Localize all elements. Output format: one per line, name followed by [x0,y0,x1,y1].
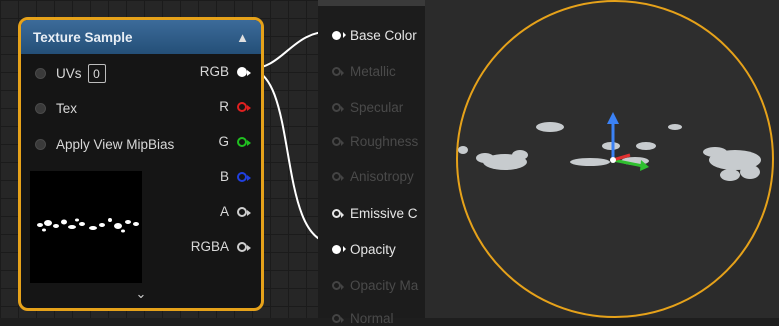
output-pin-icon[interactable] [237,136,251,147]
material-result-node[interactable]: Base Color Metallic Specular Roughness A… [318,0,425,326]
node-title: Texture Sample [33,29,133,45]
pin-label: A [219,204,229,219]
pin-label: Apply View MipBias [56,137,175,152]
input-pin-icon[interactable] [332,31,346,40]
pin-label: Base Color [350,28,417,43]
pin-label: RGBA [190,239,229,254]
preview-scene [456,0,774,318]
pin-label: Roughness [350,134,419,149]
pin-label: Tex [56,101,78,116]
material-input-normal[interactable]: Normal [332,311,394,326]
input-pin-icon[interactable] [332,245,346,254]
chevron-down-icon[interactable]: ⌄ [21,286,261,302]
material-input-specular[interactable]: Specular [332,100,403,115]
input-pin-icon[interactable] [332,67,344,76]
uvs-index-field[interactable]: 0 [87,64,106,83]
material-preview-viewport[interactable] [425,0,779,318]
output-pin-rgba[interactable]: RGBA [190,239,251,254]
output-pin-r[interactable]: R [219,99,251,114]
output-pin-a[interactable]: A [219,204,251,219]
texture-preview-image [37,218,139,233]
input-pin-uvs[interactable]: UVs 0 [35,64,106,83]
material-input-opacity[interactable]: Opacity [332,242,396,257]
output-pin-rgb[interactable]: RGB [199,64,251,79]
material-input-roughness[interactable]: Roughness [332,134,418,149]
pin-label: B [219,169,229,184]
pin-label: Opacity [350,242,396,257]
output-pin-g[interactable]: G [218,134,251,149]
material-input-opacity-mask[interactable]: Opacity Ma [332,278,418,293]
input-pin-icon[interactable] [332,137,344,146]
pin-label: Normal [350,311,394,326]
input-pin-apply-view-mipbias[interactable]: Apply View MipBias [35,137,174,152]
pin-label: G [218,134,229,149]
output-pin-icon[interactable] [237,241,251,252]
input-pin-icon[interactable] [332,281,344,290]
pin-label: Opacity Ma [350,278,419,293]
output-pin-icon[interactable] [237,206,251,217]
material-input-emissive-color[interactable]: Emissive C [332,206,418,221]
material-input-base-color[interactable]: Base Color [332,28,417,43]
material-input-anisotropy[interactable]: Anisotropy [332,169,414,184]
material-input-metallic[interactable]: Metallic [332,64,396,79]
output-pin-icon[interactable] [237,101,251,112]
pin-label: Anisotropy [350,169,414,184]
chevron-up-icon[interactable]: ▲ [236,30,249,45]
pin-label: R [219,99,229,114]
texture-sample-node[interactable]: Texture Sample ▲ UVs 0 Tex Apply View Mi… [18,17,264,311]
pin-label: Metallic [350,64,396,79]
input-pin-icon[interactable] [35,103,46,114]
output-pin-icon[interactable] [237,171,251,182]
input-pin-icon[interactable] [35,68,46,79]
input-pin-tex[interactable]: Tex [35,101,77,116]
input-pin-icon[interactable] [332,172,344,181]
pin-label: Specular [350,100,404,115]
input-pin-icon[interactable] [332,103,344,112]
pin-label: UVs [56,66,82,81]
input-pin-icon[interactable] [332,209,344,218]
input-pin-icon[interactable] [35,139,46,150]
node-header[interactable]: Texture Sample ▲ [21,20,261,54]
input-pin-icon[interactable] [332,314,344,323]
texture-preview-thumbnail [30,171,142,283]
pin-label: Emissive C [350,206,418,221]
output-pin-icon[interactable] [237,66,251,77]
output-pin-b[interactable]: B [219,169,251,184]
pin-label: RGB [199,64,229,79]
